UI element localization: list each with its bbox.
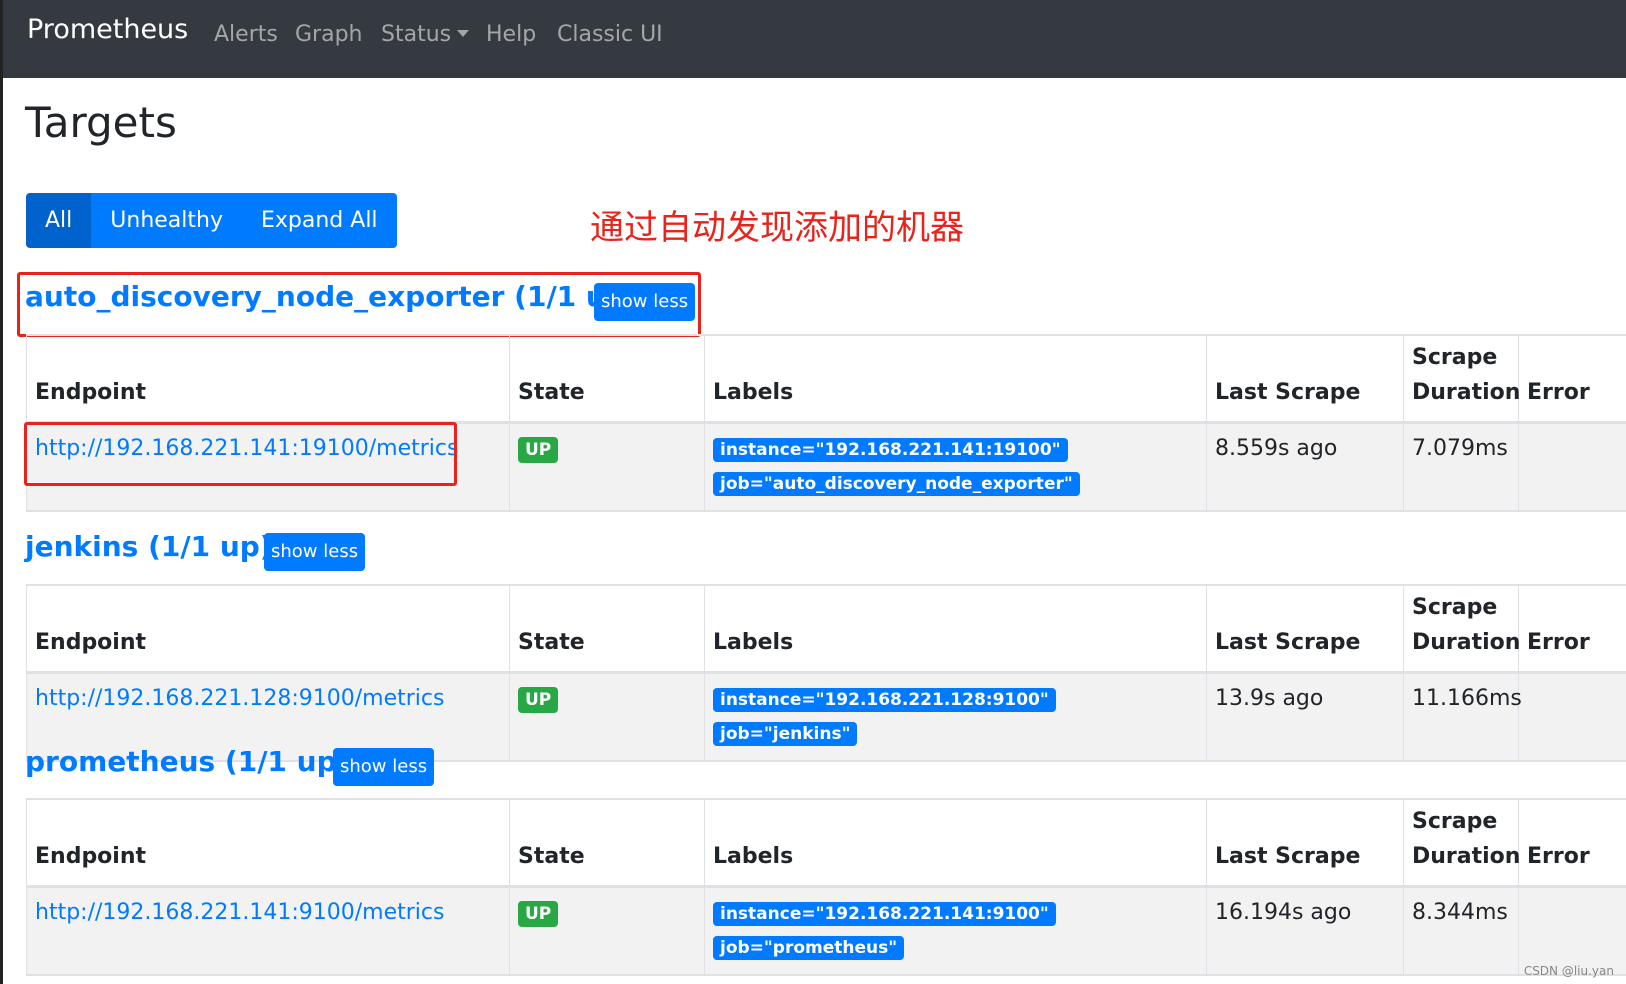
scrape-duration-value: 11.166ms: [1412, 685, 1522, 711]
filter-unhealthy-button[interactable]: Unhealthy: [91, 193, 242, 248]
show-less-button[interactable]: show less: [594, 283, 696, 321]
watermark-text: CSDN @liu.yan: [1523, 964, 1614, 978]
label-badge-instance: instance="192.168.221.128:9100": [713, 687, 1056, 712]
scrape-duration-value: 8.344ms: [1412, 899, 1508, 925]
state-cell: UP: [509, 672, 705, 762]
duration-cell: 7.079ms: [1403, 422, 1519, 512]
filter-button-group: All Unhealthy Expand All: [26, 193, 397, 248]
label-badge-instance: instance="192.168.221.141:9100": [713, 901, 1056, 926]
column-header-last-scrape: Last Scrape: [1206, 798, 1404, 888]
labels-cell: instance="192.168.221.128:9100" job="jenk…: [704, 672, 1207, 762]
state-badge-up: UP: [518, 900, 559, 927]
pool-title-auto-discovery[interactable]: auto_discovery_node_exporter (1/1 up): [25, 280, 639, 313]
column-header-scrape-duration: Scrape Duration: [1403, 798, 1521, 888]
show-less-button[interactable]: show less: [264, 533, 366, 571]
nav-help[interactable]: Help: [486, 22, 536, 47]
targets-table-jenkins: Endpoint State Labels Last Scrape Scrape…: [26, 584, 1626, 762]
column-header-endpoint: Endpoint: [26, 334, 510, 424]
endpoint-link[interactable]: http://192.168.221.141:9100/metrics: [35, 900, 444, 925]
column-header-state: State: [509, 584, 705, 674]
labels-cell: instance="192.168.221.141:9100" job="pro…: [704, 886, 1207, 976]
last-scrape-cell: 16.194s ago: [1206, 886, 1404, 976]
window-edge: [0, 0, 3, 984]
page-title: Targets: [25, 98, 177, 147]
nav-graph[interactable]: Graph: [295, 22, 362, 47]
nav-status-label: Status: [381, 22, 452, 47]
state-badge-up: UP: [518, 436, 559, 463]
labels-cell: instance="192.168.221.141:19100" job="au…: [704, 422, 1207, 512]
endpoint-cell: http://192.168.221.141:9100/metrics: [26, 886, 510, 976]
error-cell: [1518, 886, 1626, 976]
endpoint-link[interactable]: http://192.168.221.128:9100/metrics: [35, 686, 444, 711]
column-header-state: State: [509, 334, 705, 424]
column-header-error: Error: [1518, 334, 1626, 424]
column-header-endpoint: Endpoint: [26, 584, 510, 674]
duration-cell: 8.344ms: [1403, 886, 1519, 976]
top-navbar: Prometheus Alerts Graph Status Help Clas…: [3, 0, 1626, 78]
brand-link[interactable]: Prometheus: [27, 14, 188, 45]
column-header-scrape-duration: Scrape Duration: [1403, 584, 1521, 674]
table-header-row: Endpoint State Labels Last Scrape Scrape…: [26, 798, 1626, 888]
last-scrape-value: 13.9s ago: [1215, 685, 1324, 711]
show-less-button[interactable]: show less: [333, 748, 435, 786]
expand-all-button[interactable]: Expand All: [242, 193, 397, 248]
nav-status-dropdown[interactable]: Status: [381, 22, 470, 47]
column-header-error: Error: [1518, 584, 1626, 674]
scrape-duration-value: 7.079ms: [1412, 435, 1508, 461]
nav-alerts[interactable]: Alerts: [214, 22, 278, 47]
state-badge-up: UP: [518, 686, 559, 713]
column-header-labels: Labels: [704, 584, 1207, 674]
scrape-word: Scrape: [1412, 809, 1498, 835]
pool-title-prometheus[interactable]: prometheus (1/1 up): [25, 745, 349, 778]
error-cell: [1518, 672, 1626, 762]
table-header-row: Endpoint State Labels Last Scrape Scrape…: [26, 584, 1626, 674]
column-header-scrape-duration: Scrape Duration: [1403, 334, 1521, 424]
nav-classic-ui[interactable]: Classic UI: [557, 22, 663, 47]
column-header-last-scrape: Last Scrape: [1206, 334, 1404, 424]
pool-title-jenkins[interactable]: jenkins (1/1 up): [25, 530, 273, 563]
targets-table-prometheus: Endpoint State Labels Last Scrape Scrape…: [26, 798, 1626, 976]
column-header-state: State: [509, 798, 705, 888]
annotation-box-endpoint: [24, 422, 457, 486]
label-badge-job: job="jenkins": [713, 721, 858, 746]
scrape-word: Scrape: [1412, 345, 1498, 371]
table-header-row: Endpoint State Labels Last Scrape Scrape…: [26, 334, 1626, 424]
state-cell: UP: [509, 886, 705, 976]
scrape-word: Scrape: [1412, 595, 1498, 621]
label-badge-instance: instance="192.168.221.141:19100": [713, 437, 1068, 462]
duration-word: Duration: [1412, 844, 1521, 870]
label-badge-job: job="prometheus": [713, 935, 905, 960]
column-header-labels: Labels: [704, 798, 1207, 888]
duration-word: Duration: [1412, 630, 1521, 656]
error-cell: [1518, 422, 1626, 512]
last-scrape-cell: 13.9s ago: [1206, 672, 1404, 762]
filter-all-button[interactable]: All: [26, 193, 92, 248]
chevron-down-icon: [457, 30, 470, 37]
column-header-last-scrape: Last Scrape: [1206, 584, 1404, 674]
last-scrape-cell: 8.559s ago: [1206, 422, 1404, 512]
column-header-error: Error: [1518, 798, 1626, 888]
state-cell: UP: [509, 422, 705, 512]
table-row: http://192.168.221.141:9100/metrics UP i…: [26, 886, 1626, 976]
last-scrape-value: 8.559s ago: [1215, 435, 1338, 461]
annotation-text: 通过自动发现添加的机器: [590, 208, 964, 248]
last-scrape-value: 16.194s ago: [1215, 899, 1352, 925]
duration-word: Duration: [1412, 380, 1521, 406]
column-header-labels: Labels: [704, 334, 1207, 424]
duration-cell: 11.166ms: [1403, 672, 1522, 762]
column-header-endpoint: Endpoint: [26, 798, 510, 888]
label-badge-job: job="auto_discovery_node_exporter": [713, 471, 1080, 496]
